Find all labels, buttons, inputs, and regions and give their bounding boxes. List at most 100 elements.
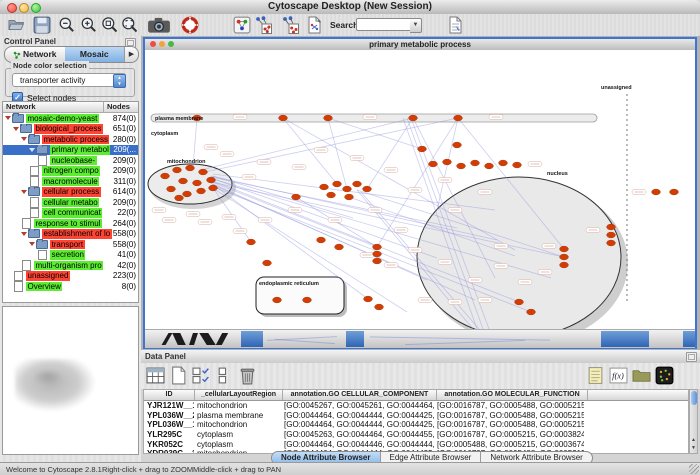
network-view-window[interactable]: primary metabolic process plasma membran… bbox=[143, 37, 697, 349]
tree-row-label[interactable]: cellular metabo bbox=[42, 198, 99, 208]
expand-triangle-icon[interactable] bbox=[21, 137, 27, 141]
network-node[interactable] bbox=[324, 115, 333, 121]
table-row[interactable]: YPL036W__2plasma membrane[GO:0044464, GO… bbox=[144, 411, 688, 421]
tree-row[interactable]: Overview8(0) bbox=[3, 281, 138, 292]
network-node[interactable] bbox=[263, 260, 272, 266]
network-edge[interactable] bbox=[328, 118, 347, 189]
table-cell[interactable]: [GO:0044464, GO:0044446, GO:0044444, G..… bbox=[281, 440, 434, 450]
network-node[interactable] bbox=[670, 189, 679, 195]
import-attributes-folder-icon[interactable] bbox=[632, 366, 651, 385]
expand-triangle-icon[interactable] bbox=[13, 127, 19, 131]
network-edge[interactable] bbox=[207, 180, 377, 247]
table-column-header[interactable] bbox=[588, 390, 688, 400]
delete-attribute-trash-icon[interactable] bbox=[238, 366, 257, 385]
network-node[interactable] bbox=[607, 224, 616, 230]
apply-layout-icon[interactable] bbox=[233, 16, 251, 34]
network-node[interactable] bbox=[471, 160, 480, 166]
search-config-icon[interactable] bbox=[448, 16, 463, 34]
network-node[interactable] bbox=[515, 299, 524, 305]
network-node[interactable] bbox=[199, 169, 208, 175]
table-cell[interactable]: cytoplasm bbox=[194, 440, 281, 450]
network-node[interactable] bbox=[161, 173, 170, 179]
network-node[interactable] bbox=[454, 115, 463, 121]
network-node[interactable] bbox=[485, 163, 494, 169]
table-cell[interactable]: mitochondrion bbox=[194, 401, 281, 411]
tree-row-label[interactable]: response to stimul bbox=[34, 219, 102, 229]
network-node[interactable] bbox=[607, 240, 616, 246]
network-node[interactable] bbox=[527, 309, 536, 315]
tab-mosaic[interactable]: Mosaic bbox=[65, 47, 125, 62]
network-node[interactable] bbox=[186, 165, 195, 171]
table-column-header[interactable]: ID bbox=[144, 390, 195, 400]
network-node[interactable] bbox=[363, 186, 372, 192]
tree-row-label[interactable]: metabolic process bbox=[42, 135, 109, 145]
network-edge[interactable] bbox=[205, 118, 458, 172]
network-node[interactable] bbox=[560, 254, 569, 260]
table-cell[interactable]: mitochondrion bbox=[194, 449, 281, 454]
attribute-notes-icon[interactable] bbox=[586, 366, 605, 385]
network-node[interactable] bbox=[209, 185, 218, 191]
tree-row-label[interactable]: unassigned bbox=[26, 271, 70, 281]
unselect-attributes-icon[interactable] bbox=[215, 366, 234, 385]
tree-row-label[interactable]: mosaic-demo-yeast bbox=[26, 114, 99, 124]
table-cell[interactable]: [GO:0044464, GO:0044444, GO:0044425, G..… bbox=[281, 420, 434, 430]
tree-row-label[interactable]: secretion bbox=[50, 250, 85, 260]
tree-row-label[interactable]: establishment of lo bbox=[42, 229, 112, 239]
table-cell[interactable]: [GO:0016787, GO:0005488, GO:0005215, G..… bbox=[434, 420, 584, 430]
network-node[interactable] bbox=[373, 251, 382, 257]
network-node[interactable] bbox=[607, 232, 616, 238]
network-node[interactable] bbox=[343, 186, 352, 192]
tree-row-label[interactable]: Overview bbox=[26, 282, 62, 292]
network-node[interactable] bbox=[292, 194, 301, 200]
table-column-header[interactable]: annotation.GO CELLULAR_COMPONENT bbox=[283, 390, 437, 400]
network-canvas-area[interactable]: plasma membrane cytoplasm mitochondrion … bbox=[145, 50, 695, 329]
tree-row[interactable]: establishment of lo558(0) bbox=[3, 229, 138, 240]
table-cell[interactable]: mitochondrion bbox=[194, 420, 281, 430]
network-node[interactable] bbox=[364, 296, 373, 302]
table-column-header[interactable]: _cellularLayoutRegion bbox=[195, 390, 283, 400]
table-cell[interactable]: plasma membrane bbox=[194, 411, 281, 421]
network-node[interactable] bbox=[652, 189, 661, 195]
network-node[interactable] bbox=[333, 181, 342, 187]
select-attributes-icon[interactable] bbox=[192, 366, 211, 385]
network-node[interactable] bbox=[197, 188, 206, 194]
table-row[interactable]: YPL036W__1mitochondrion[GO:0044464, GO:0… bbox=[144, 420, 688, 430]
tree-row[interactable]: mosaic-demo-yeast874(0) bbox=[3, 113, 138, 124]
zoom-fit-icon[interactable] bbox=[121, 16, 139, 34]
tree-row-label[interactable]: cell communicat bbox=[42, 208, 102, 218]
tree-row-label[interactable]: transport bbox=[50, 240, 85, 250]
table-cell[interactable]: [GO:0005488, GO:0005215, GO:0003674] bbox=[434, 440, 584, 450]
network-node[interactable] bbox=[279, 115, 288, 121]
help-ring-icon[interactable] bbox=[181, 16, 199, 34]
new-network-selected-edges-icon[interactable] bbox=[281, 16, 299, 34]
tree-row[interactable]: metabolic process280(0) bbox=[3, 134, 138, 145]
attribute-function-icon[interactable]: f(x) bbox=[609, 366, 628, 385]
tabs-overflow-arrow[interactable]: ▶ bbox=[124, 47, 138, 62]
table-cell[interactable]: [GO:0016787, GO:0005488, GO:0005215, G..… bbox=[434, 401, 584, 411]
table-cell[interactable]: YPL036W__2 bbox=[144, 411, 194, 421]
window-titlebar[interactable]: Cytoscape Desktop (New Session) bbox=[0, 0, 700, 15]
tree-row-label[interactable]: nucleobase- bbox=[50, 156, 97, 166]
attribute-table-icon[interactable] bbox=[146, 366, 165, 385]
network-node[interactable] bbox=[175, 195, 184, 201]
network-node[interactable] bbox=[303, 297, 312, 303]
table-cell[interactable]: YJR121W__1 bbox=[144, 401, 194, 411]
tree-row[interactable]: cellular metabo209(0) bbox=[3, 197, 138, 208]
network-node[interactable] bbox=[167, 186, 176, 192]
new-attribute-icon[interactable] bbox=[169, 366, 188, 385]
zoom-selected-icon[interactable] bbox=[101, 16, 119, 34]
attribute-matrix-icon[interactable] bbox=[655, 366, 674, 385]
attribute-table-header[interactable]: ID_cellularLayoutRegionannotation.GO CEL… bbox=[144, 390, 688, 401]
tree-row[interactable]: unassigned223(0) bbox=[3, 271, 138, 282]
network-node[interactable] bbox=[409, 115, 418, 121]
network-node[interactable] bbox=[179, 178, 188, 184]
scrollbar-thumb[interactable] bbox=[691, 391, 697, 405]
network-node[interactable] bbox=[247, 239, 256, 245]
network-node[interactable] bbox=[373, 258, 382, 264]
network-node[interactable] bbox=[317, 237, 326, 243]
network-node[interactable] bbox=[499, 160, 508, 166]
table-cell[interactable]: [GO:0045263, GO:0044464, GO:0044455, G..… bbox=[281, 430, 434, 440]
table-cell[interactable]: [GO:0016787, GO:0005215, GO:0003824, G..… bbox=[434, 430, 584, 440]
network-node[interactable] bbox=[183, 191, 192, 197]
data-panel-float-icon[interactable] bbox=[686, 352, 697, 362]
